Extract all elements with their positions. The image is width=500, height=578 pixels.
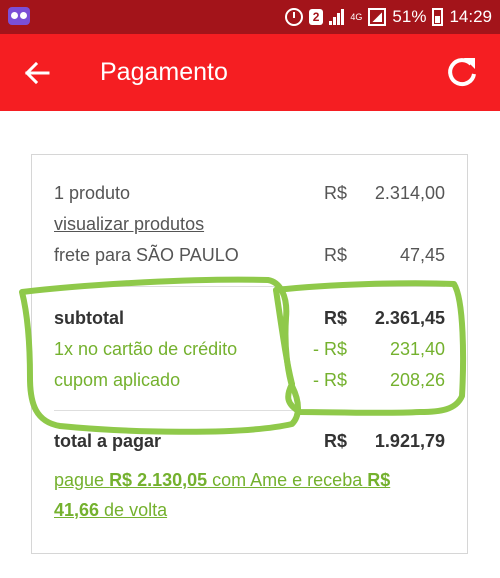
ame-cashback-value: 41,66	[54, 500, 100, 520]
page-title: Pagamento	[100, 58, 228, 86]
total-value: 1.921,79	[374, 431, 445, 451]
coupon-currency: - R$	[312, 370, 347, 390]
subtotal-row: subtotal R$ 2.361,45	[54, 304, 445, 332]
clock: 14:29	[449, 7, 492, 26]
alarm-icon	[284, 8, 303, 26]
battery-icon	[432, 8, 444, 26]
view-products-link[interactable]: visualizar produtos	[54, 210, 204, 238]
shipping-currency: R$	[323, 245, 347, 265]
divider	[54, 286, 445, 287]
products-label: 1 produto	[54, 183, 131, 203]
mobile-signal-icon	[368, 8, 387, 26]
divider	[54, 410, 445, 411]
coupon-label: cupom aplicado	[54, 370, 181, 390]
coupon-discount-row: cupom aplicado - R$ 208,26	[54, 366, 445, 394]
order-summary-card: 1 produto R$ 2.314,00 visualizar produto…	[31, 154, 468, 554]
total-label: total a pagar	[54, 431, 162, 451]
subtotal-currency: R$	[323, 308, 347, 328]
total-currency: R$	[323, 431, 347, 451]
battery-percent: 51%	[392, 7, 427, 26]
back-arrow-icon[interactable]	[20, 56, 54, 90]
ame-prefix: pague	[54, 470, 110, 490]
ame-suffix: de volta	[99, 500, 168, 520]
view-products-row: visualizar produtos	[54, 210, 445, 238]
products-row: 1 produto R$ 2.314,00	[54, 179, 445, 207]
network-type: 4G	[350, 11, 363, 22]
signal-icon	[329, 9, 345, 25]
app-bar: Pagamento	[0, 34, 500, 111]
total-row: total a pagar R$ 1.921,79	[54, 427, 445, 455]
ame-middle: com Ame e receba	[207, 470, 368, 490]
credit-card-currency: - R$	[312, 339, 347, 359]
credit-card-discount-row: 1x no cartão de crédito - R$ 231,40	[54, 335, 445, 363]
shipping-label: frete para SÃO PAULO	[54, 245, 239, 265]
subtotal-label: subtotal	[54, 308, 124, 328]
status-bar: 2 4G 51% 14:29	[0, 0, 500, 34]
credit-card-label: 1x no cartão de crédito	[54, 339, 238, 359]
subtotal-value: 2.361,45	[374, 308, 445, 328]
shipping-row: frete para SÃO PAULO R$ 47,45	[54, 241, 445, 269]
app-notification-icon	[8, 7, 30, 25]
products-currency: R$	[323, 183, 347, 203]
status-icons: 2 4G 51% 14:29	[284, 0, 492, 34]
ame-cashback-link[interactable]: pague R$ 2.130,05 com Ame e receba R$ 41,…	[54, 465, 445, 525]
refresh-icon[interactable]	[444, 54, 480, 90]
coupon-value: 208,26	[389, 370, 445, 390]
ame-cashback-currency: R$	[367, 470, 391, 490]
credit-card-value: 231,40	[389, 339, 445, 359]
products-value: 2.314,00	[374, 183, 445, 203]
shipping-value: 47,45	[399, 245, 445, 265]
sim-badge: 2	[308, 9, 324, 25]
ame-pay-amount: R$ 2.130,05	[109, 470, 208, 490]
